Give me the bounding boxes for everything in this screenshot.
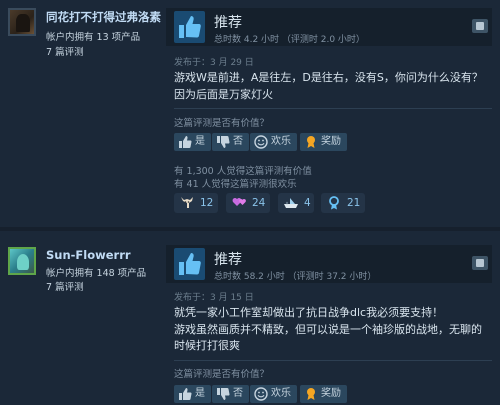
award-button[interactable]: 奖励 [300,133,347,151]
reviewer-name[interactable]: 同花打不打得过弗洛素 [46,9,161,25]
review-header: 推荐 总时数 58.2 小时 （评测时 37.2 小时） [166,245,492,283]
award-icon [307,388,315,400]
review-text-line: 就凭一家小工作室却做出了抗日战争dlc我必须要支持！ [174,306,444,319]
vote-yes-button[interactable]: 是 [174,385,211,403]
helpful-prompt: 这篇评测是否有价值？ [174,118,270,129]
product-count: 帐户内拥有 148 项产品 [46,268,147,279]
award-label: 奖励 [321,136,341,147]
review-body: 就凭一家小工作室却做出了抗日战争dlc我必须要支持！ 游戏虽然画质并不精致，但可… [174,305,486,355]
award-item[interactable]: 24 [226,193,270,213]
divider [174,108,492,109]
thumbs-up-icon [174,248,205,280]
review-body: 游戏W是前进，A是往左，D是往右，没有S，你问为什么没有？因为后面是万家灯火 [174,70,486,103]
avatar[interactable] [8,8,36,36]
boat-icon [284,198,298,208]
award-item[interactable]: 21 [321,193,365,213]
vote-yes-label: 是 [195,136,205,147]
vote-yes-button[interactable]: 是 [174,133,211,151]
award-button[interactable]: 奖励 [300,385,347,403]
deer-icon [181,197,193,208]
review-card: 同花打不打得过弗洛素 帐户内拥有 13 项产品 7 篇评测 推荐 总时数 4.2… [0,0,500,225]
review-count[interactable]: 7 篇评测 [46,44,84,58]
avatar[interactable] [8,247,36,275]
vote-funny-label: 欢乐 [271,136,291,147]
playtime: 总时数 4.2 小时 （评测时 2.0 小时） [214,35,365,45]
product-count: 帐户内拥有 13 项产品 [46,32,141,43]
vote-no-label: 否 [233,136,243,147]
vote-funny-label: 欢乐 [271,388,291,399]
recommendation-title[interactable]: 推荐 [214,249,242,269]
posted-date: 发布于：3 月 15 日 [174,293,254,303]
smile-icon [254,135,268,149]
vote-no-label: 否 [233,388,243,399]
thumbs-up-icon [179,388,192,400]
award-count: 4 [304,197,311,209]
review-text-line: 游戏虽然画质并不精致，但可以说是一个袖珍版的战地，无聊的时候打打很爽 [174,322,482,353]
thumbs-up-icon [179,136,192,148]
helpful-prompt: 这篇评测是否有价值？ [174,369,270,380]
award-item[interactable]: 12 [174,193,218,213]
funny-count: 有 41 人觉得这篇评测很欢乐 [174,179,297,190]
posted-date: 发布于：3 月 29 日 [174,58,254,68]
award-count: 24 [252,197,266,209]
playtime: 总时数 58.2 小时 （评测时 37.2 小时） [214,272,377,282]
review-card: Sun-Flowerrr 帐户内拥有 148 项产品 7 篇评测 推荐 总时数 … [0,233,500,405]
divider [174,360,492,361]
award-icon [307,136,315,148]
award-label: 奖励 [321,388,341,399]
review-header: 推荐 总时数 4.2 小时 （评测时 2.0 小时） [166,8,492,46]
review-count[interactable]: 7 篇评测 [46,279,84,293]
award-count: 12 [200,197,214,209]
medal-icon [329,196,339,210]
heart-eyes-icon [232,198,246,206]
award-count: 21 [347,197,361,209]
vote-no-button[interactable]: 否 [212,133,249,151]
thumbs-down-icon [217,136,230,148]
platform-icon [472,19,488,33]
review-text: 游戏W是前进，A是往左，D是往右，没有S，你问为什么没有？因为后面是万家灯火 [174,71,483,101]
smile-icon [254,387,268,401]
thumbs-up-icon [174,11,205,43]
vote-yes-label: 是 [195,388,205,399]
vote-funny-button[interactable]: 欢乐 [250,133,297,151]
helpful-count: 有 1,300 人觉得这篇评测有价值 [174,166,312,177]
recommendation-title[interactable]: 推荐 [214,12,242,32]
vote-no-button[interactable]: 否 [212,385,249,403]
review-separator [0,227,500,231]
award-item[interactable]: 4 [278,193,314,213]
platform-icon [472,256,488,270]
reviewer-name[interactable]: Sun-Flowerrr [46,248,131,262]
thumbs-down-icon [217,388,230,400]
vote-funny-button[interactable]: 欢乐 [250,385,297,403]
